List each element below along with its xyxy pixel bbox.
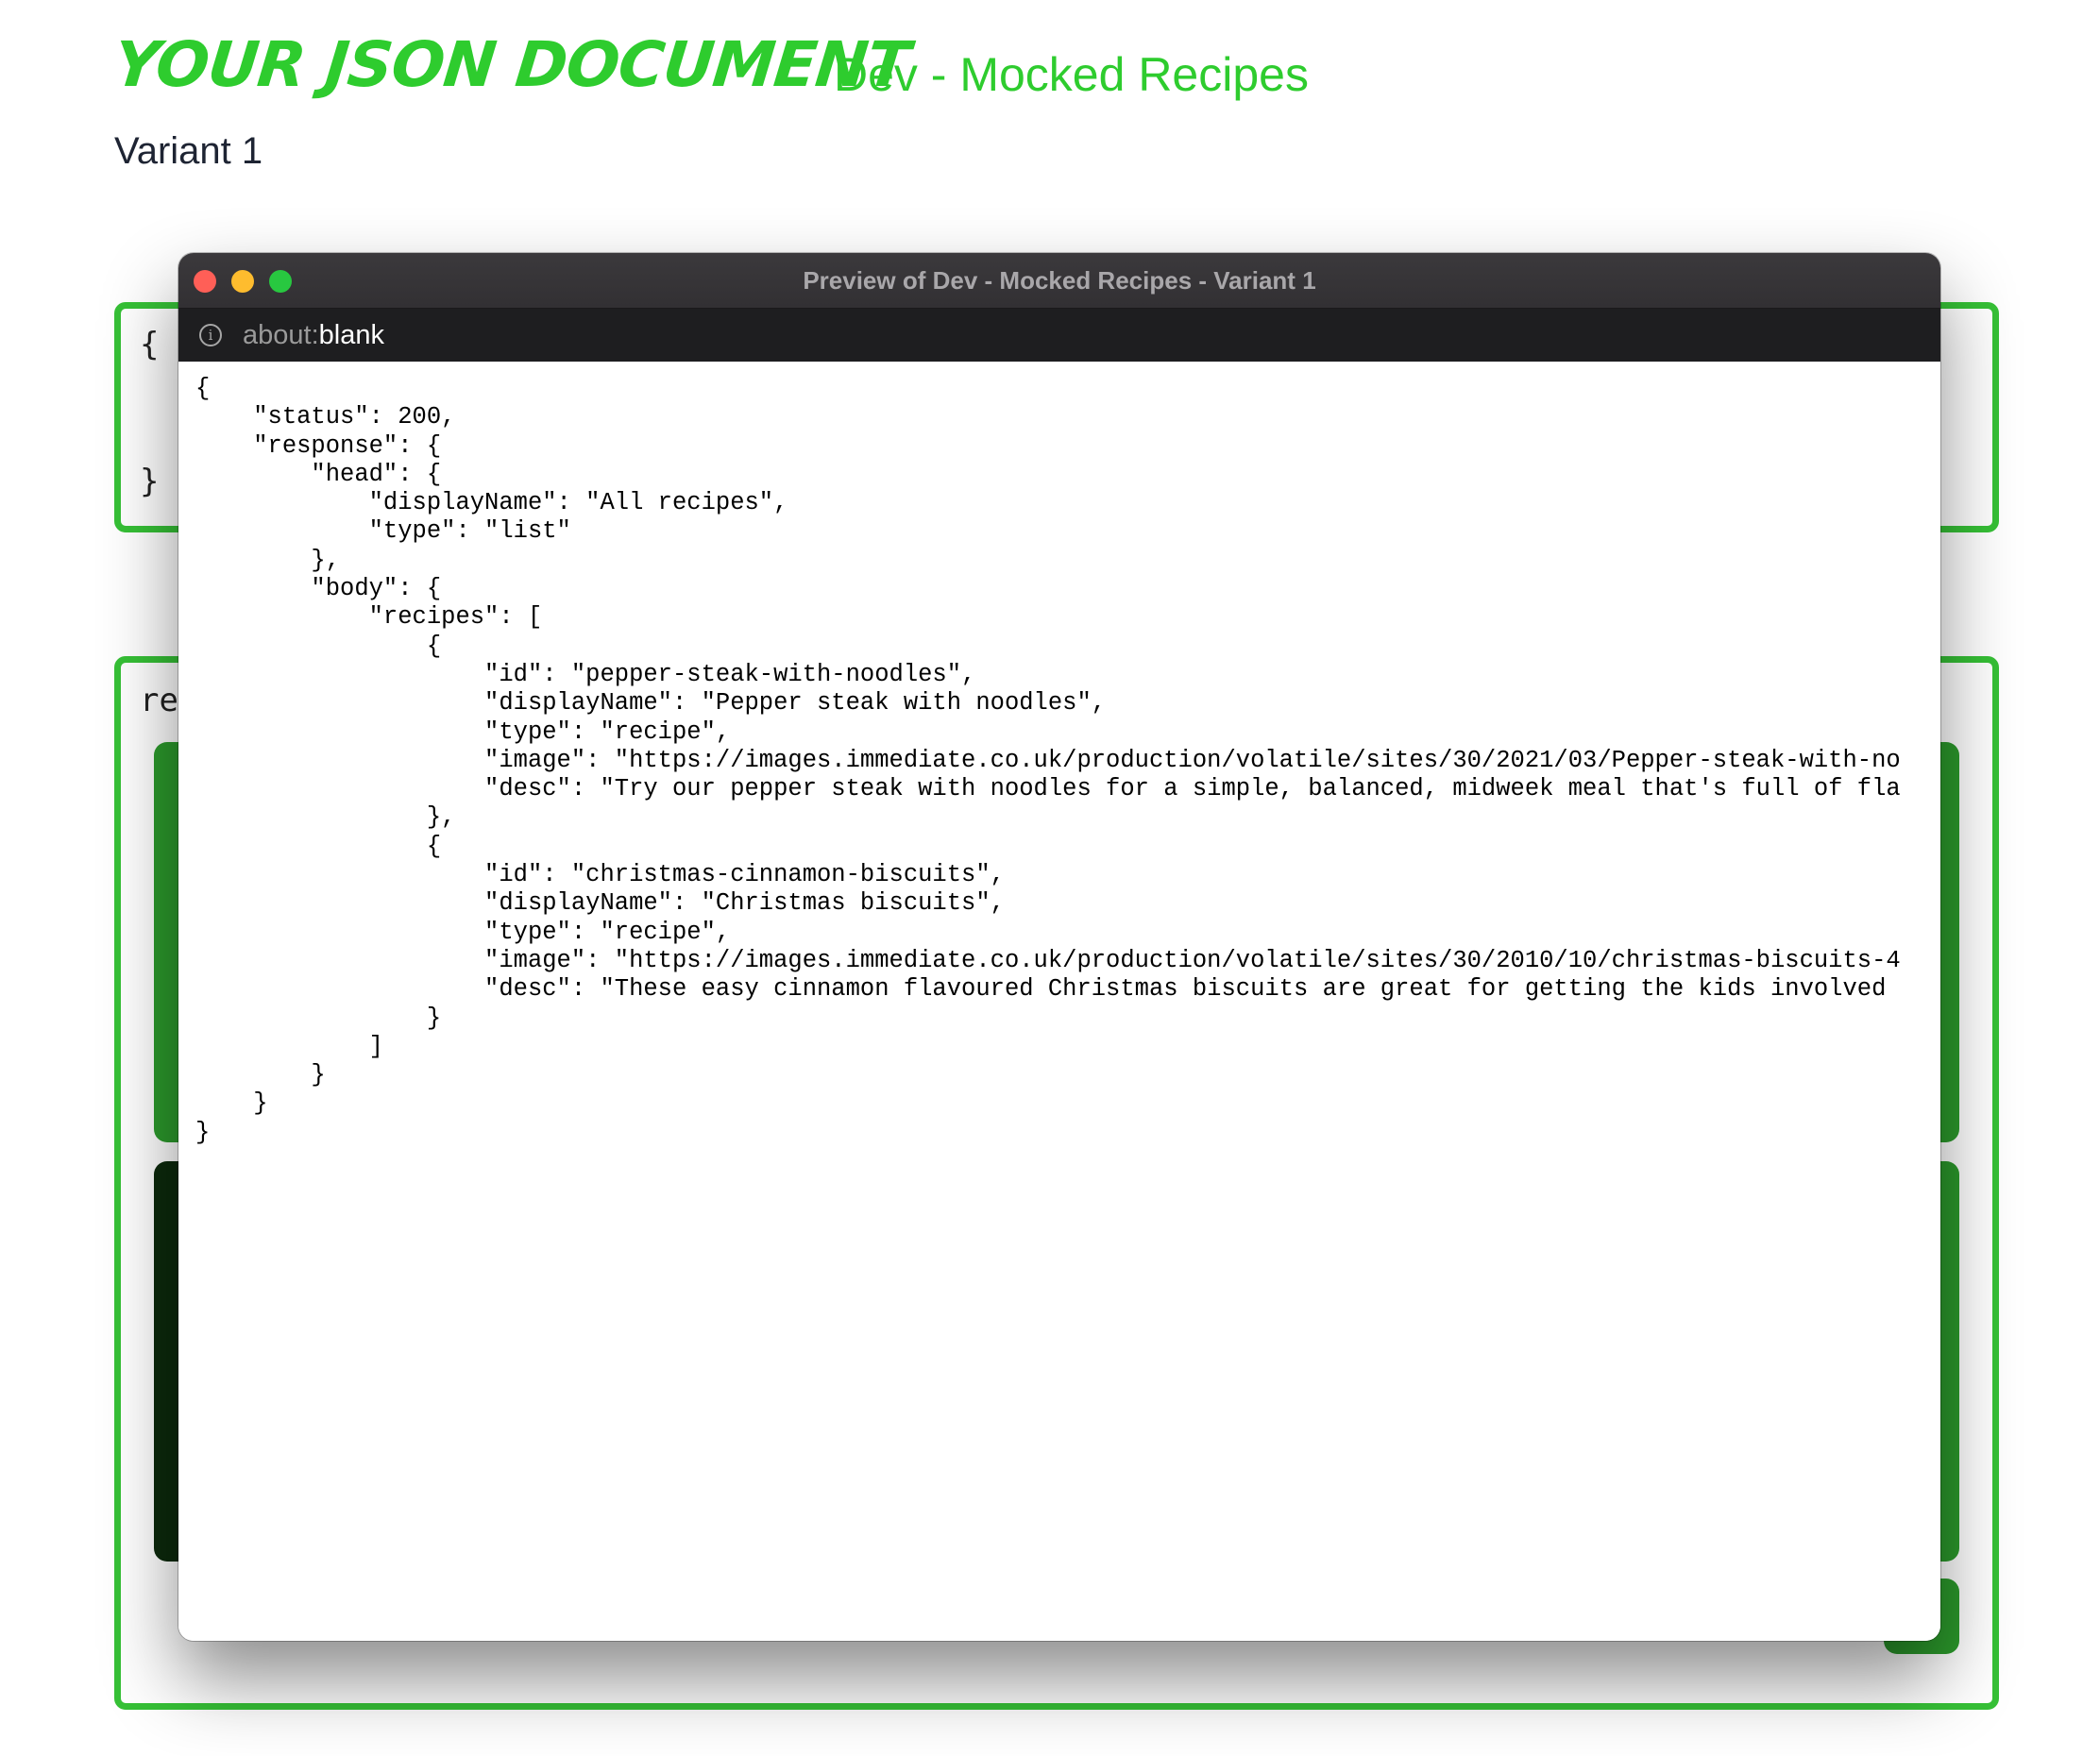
- brand-title: YOUR JSON DOCUMENT: [110, 28, 913, 101]
- json-brace-open: {: [140, 326, 160, 363]
- variant-label: Variant 1: [114, 130, 263, 172]
- url-display[interactable]: about:blank: [243, 320, 384, 351]
- response-key-label: re: [140, 682, 178, 719]
- window-title: Preview of Dev - Mocked Recipes - Varian…: [803, 266, 1316, 295]
- info-icon[interactable]: i: [199, 324, 222, 346]
- json-document-text: { "status": 200, "response": { "head": {…: [195, 375, 1901, 1146]
- document-name: Dev - Mocked Recipes: [834, 48, 1309, 101]
- url-path: blank: [318, 319, 384, 350]
- preview-viewport[interactable]: { "status": 200, "response": { "head": {…: [178, 362, 1940, 1641]
- url-scheme: about:: [243, 319, 319, 350]
- preview-window: Preview of Dev - Mocked Recipes - Varian…: [178, 253, 1940, 1641]
- page: YOUR JSON DOCUMENT Dev - Mocked Recipes …: [0, 0, 2100, 1756]
- address-bar[interactable]: i about:blank: [178, 309, 1940, 362]
- window-titlebar[interactable]: Preview of Dev - Mocked Recipes - Varian…: [178, 253, 1940, 309]
- json-brace-close: }: [140, 463, 160, 500]
